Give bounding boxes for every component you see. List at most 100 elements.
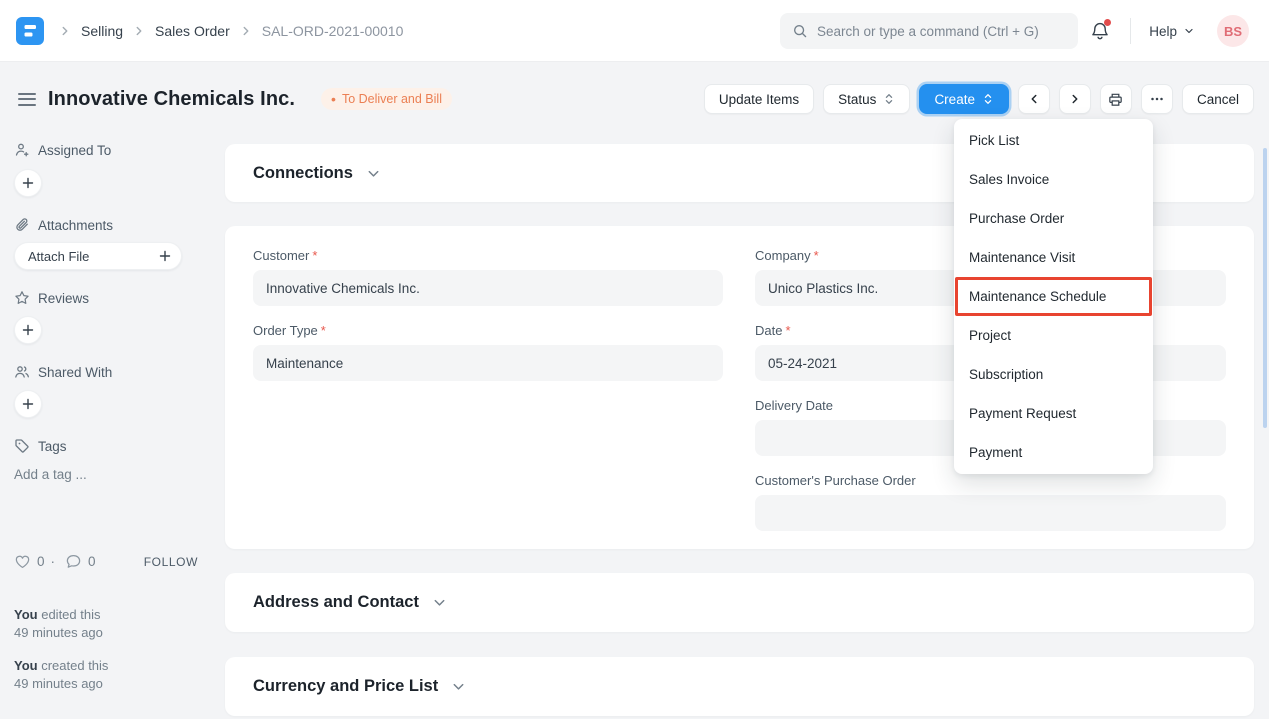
status-badge: • To Deliver and Bill [321,88,452,110]
add-assignment-button[interactable] [14,169,42,197]
currency-price-list-section-header[interactable]: Currency and Price List [225,657,1254,716]
chevron-down-icon [1183,25,1195,37]
menu-item-project[interactable]: Project [954,316,1153,355]
navbar-divider [1130,18,1131,44]
menu-item-maintenance-schedule[interactable]: Maintenance Schedule [955,277,1152,316]
reviews-label: Reviews [38,291,89,306]
customer-po-input[interactable] [755,495,1226,531]
like-count: 0 [37,554,45,569]
activity-time: 49 minutes ago [14,675,198,693]
more-actions-button[interactable] [1141,84,1173,114]
document-sidebar: Assigned To Attachments Attach File Revi… [0,135,212,693]
attachments-section: Attachments [14,217,198,233]
add-review-button[interactable] [14,316,42,344]
help-menu[interactable]: Help [1149,24,1195,39]
customer-input[interactable]: Innovative Chemicals Inc. [253,270,723,306]
connections-title: Connections [253,164,353,183]
print-button[interactable] [1100,84,1132,114]
activity-actor: You [14,658,38,673]
menu-item-maintenance-visit[interactable]: Maintenance Visit [954,238,1153,277]
erpnext-logo[interactable] [16,17,44,45]
chevron-left-icon [1027,92,1041,106]
form-column-left: Customer* Innovative Chemicals Inc. Orde… [253,248,723,527]
tags-section: Tags [14,438,198,454]
activity-actor: You [14,607,38,622]
users-icon [14,364,30,380]
order-type-label: Order Type* [253,323,723,338]
search-placeholder: Search or type a command (Ctrl + G) [817,24,1039,39]
select-chevrons-icon [982,92,994,106]
status-button[interactable]: Status [823,84,910,114]
create-dropdown-menu: Pick List Sales Invoice Purchase Order M… [954,119,1153,474]
menu-item-payment[interactable]: Payment [954,433,1153,472]
customer-field: Customer* Innovative Chemicals Inc. [253,248,723,306]
heart-icon[interactable] [14,553,31,570]
activity-action: created this [41,658,108,673]
search-icon [792,23,808,39]
cancel-button[interactable]: Cancel [1182,84,1254,114]
tag-icon [14,438,30,454]
chevron-right-icon [239,24,253,38]
menu-item-sales-invoice[interactable]: Sales Invoice [954,160,1153,199]
breadcrumb-sales-order[interactable]: Sales Order [155,23,230,39]
breadcrumb-selling[interactable]: Selling [81,23,123,39]
chevron-down-icon [432,595,447,610]
navbar-right-group: Help BS [1090,0,1249,62]
avatar[interactable]: BS [1217,15,1249,47]
activity-edited: You edited this 49 minutes ago [14,606,198,642]
menu-item-subscription[interactable]: Subscription [954,355,1153,394]
breadcrumb-current-doc: SAL-ORD-2021-00010 [262,23,404,39]
chevron-down-icon [366,166,381,181]
required-mark: * [312,248,317,263]
attach-file-label: Attach File [28,249,89,264]
activity-time: 49 minutes ago [14,624,198,642]
shared-with-section: Shared With [14,364,198,380]
customer-po-field: Customer's Purchase Order [755,473,1226,531]
create-button-label: Create [934,92,975,107]
status-button-label: Status [838,92,876,107]
plus-icon [159,250,171,262]
vertical-scrollbar[interactable] [1263,148,1267,428]
tags-label: Tags [38,439,67,454]
document-social-row: 0 · 0 FOLLOW [14,553,198,570]
ellipsis-icon [1149,91,1165,107]
currency-price-list-title: Currency and Price List [253,677,438,696]
avatar-initials: BS [1224,24,1242,39]
star-icon [14,290,30,306]
update-items-button[interactable]: Update Items [704,84,814,114]
search-input[interactable]: Search or type a command (Ctrl + G) [780,13,1078,49]
address-contact-section-header[interactable]: Address and Contact [225,573,1254,632]
notifications-button[interactable] [1090,21,1110,41]
order-type-input[interactable]: Maintenance [253,345,723,381]
dot-separator: · [51,554,56,569]
add-share-button[interactable] [14,390,42,418]
customer-label: Customer* [253,248,723,263]
attachments-label: Attachments [38,218,113,233]
comment-icon[interactable] [65,553,82,570]
plus-icon [22,324,34,336]
required-mark: * [785,323,790,338]
sidebar-toggle-icon[interactable] [18,93,36,106]
required-mark: * [814,248,819,263]
cancel-button-label: Cancel [1197,92,1239,107]
prev-document-button[interactable] [1018,84,1050,114]
add-tag-input[interactable]: Add a tag ... [14,467,198,482]
menu-item-pick-list[interactable]: Pick List [954,121,1153,160]
customer-po-label: Customer's Purchase Order [755,473,1226,488]
update-items-label: Update Items [719,92,799,107]
menu-item-purchase-order[interactable]: Purchase Order [954,199,1153,238]
attach-file-button[interactable]: Attach File [14,242,182,270]
header-actions: Update Items Status Create [704,84,1254,114]
menu-item-payment-request[interactable]: Payment Request [954,394,1153,433]
next-document-button[interactable] [1059,84,1091,114]
reviews-section: Reviews [14,290,198,306]
plus-icon [22,177,34,189]
status-dot: • [331,92,336,106]
follow-button[interactable]: FOLLOW [144,555,198,569]
required-mark: * [321,323,326,338]
create-button[interactable]: Create [919,84,1009,114]
help-label: Help [1149,24,1177,39]
select-chevrons-icon [883,92,895,106]
erpnext-logo-glyph [16,17,44,45]
order-type-field: Order Type* Maintenance [253,323,723,381]
